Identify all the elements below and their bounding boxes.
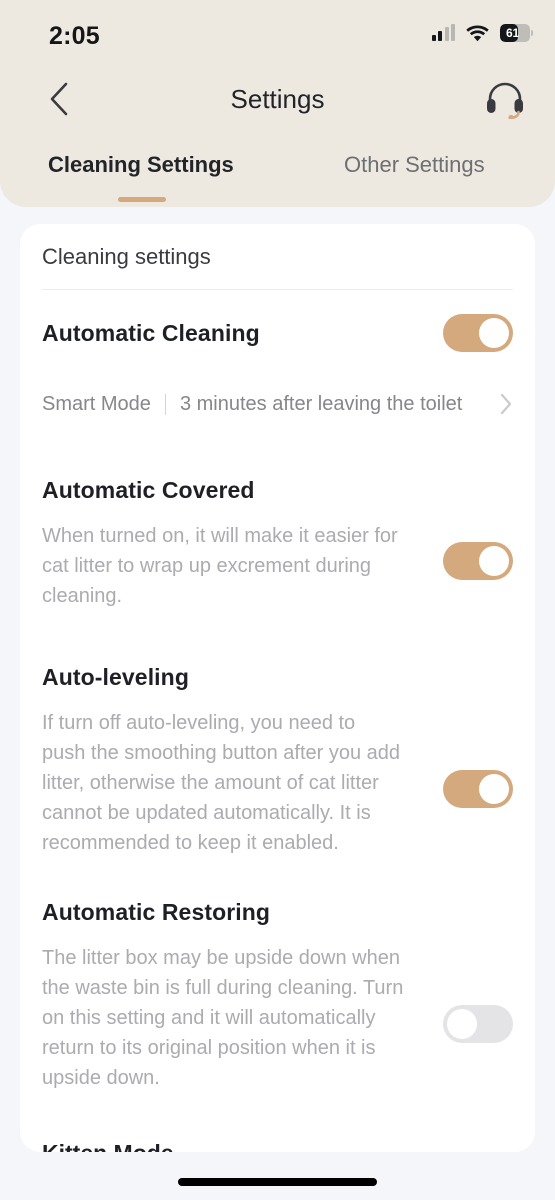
card-divider [42,289,513,290]
toggle-knob [447,1009,477,1039]
tab-cleaning-settings-label: Cleaning Settings [48,152,234,177]
status-time: 2:05 [49,22,100,50]
smart-mode-label: Smart Mode [42,392,151,415]
tab-other-settings[interactable]: Other Settings [344,140,485,190]
toggle-automatic-covered[interactable] [443,542,513,580]
headset-icon [487,82,523,119]
active-tab-indicator [118,197,166,202]
tab-other-settings-label: Other Settings [344,152,485,177]
toggle-knob [479,318,509,348]
cleaning-settings-card: Cleaning settings Automatic Cleaning Sma… [20,224,535,1152]
status-indicators: 61 [431,24,533,42]
toggle-knob [479,774,509,804]
wifi-icon [466,25,489,42]
setting-row-automatic-covered: Automatic Covered When turned on, it wil… [20,477,535,607]
tab-cleaning-settings[interactable]: Cleaning Settings [48,140,234,190]
setting-title: Automatic Covered [42,477,255,503]
smart-mode-detail: 3 minutes after leaving the toilet [179,392,463,415]
chevron-right-icon [500,393,513,415]
setting-row-automatic-restoring: Automatic Restoring The litter box may b… [20,899,535,1089]
setting-title: Automatic Restoring [42,899,271,925]
setting-row-auto-leveling: Auto-leveling If turn off auto-leveling,… [20,664,535,854]
toggle-automatic-cleaning[interactable] [443,314,513,352]
tab-bar: Cleaning Settings Other Settings [0,140,555,207]
setting-title: Auto-leveling [42,664,189,690]
setting-description: The litter box may be upside down when t… [42,947,404,1089]
setting-row-automatic-cleaning: Automatic Cleaning Smart Mode 3 minutes … [20,314,535,430]
support-button[interactable] [480,74,530,124]
app-header: 2:05 61 Settings Cleaning Settings Other… [0,0,555,207]
setting-title: Automatic Cleaning [42,320,260,346]
setting-description: When turned on, it will make it easier f… [42,525,398,607]
page-title: Settings [230,83,325,114]
setting-row-kitten-mode[interactable]: Kitten Mode [42,1140,174,1152]
card-title: Cleaning settings [42,244,211,269]
cellular-signal-icon [431,24,455,41]
phone-screen: 2:05 61 Settings Cleaning Settings Other… [0,0,555,1200]
status-bar: 2:05 61 [0,0,555,62]
nav-bar: Settings [0,62,555,136]
smart-mode-row[interactable]: Smart Mode 3 minutes after leaving the t… [42,389,513,419]
battery-icon: 61 [500,24,533,42]
toggle-knob [479,546,509,576]
toggle-automatic-restoring[interactable] [443,1005,513,1043]
battery-percent: 61 [506,26,519,40]
subrow-separator [164,393,166,415]
setting-description: If turn off auto-leveling, you need to p… [42,712,401,854]
toggle-auto-leveling[interactable] [443,770,513,808]
home-indicator [178,1178,377,1186]
